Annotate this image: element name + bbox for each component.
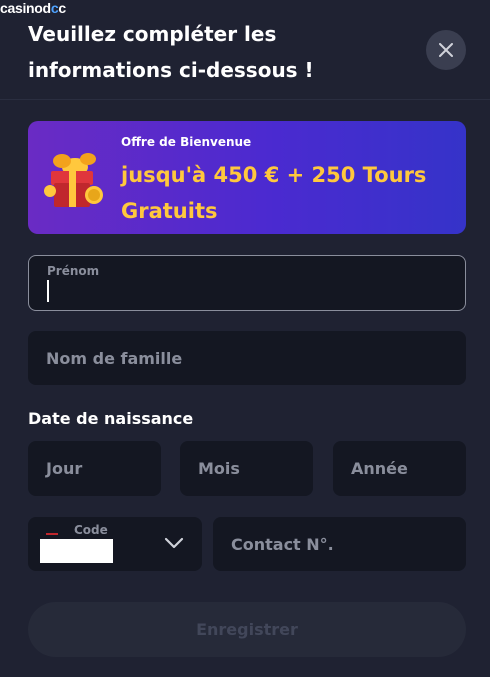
redacted-code-value: [40, 539, 113, 563]
last-name-placeholder: Nom de famille: [46, 348, 183, 368]
text-caret: [47, 280, 49, 302]
country-code-select[interactable]: Code: [28, 517, 202, 571]
welcome-offer-banner: Offre de Bienvenue jusqu'à 450 € + 250 T…: [28, 121, 466, 234]
birth-day-placeholder: Jour: [46, 459, 83, 478]
close-button[interactable]: [426, 30, 466, 70]
birth-month-placeholder: Mois: [198, 459, 240, 478]
first-name-field[interactable]: Prénom: [28, 255, 466, 311]
birth-day-field[interactable]: Jour: [28, 441, 161, 496]
banner-offer-text: jusqu'à 450 € + 250 Tours Gratuits: [121, 163, 427, 223]
last-name-field[interactable]: Nom de famille: [28, 331, 466, 385]
chevron-down-icon: [164, 537, 184, 549]
country-code-label: Code: [74, 523, 108, 537]
birth-date-label: Date de naissance: [28, 409, 194, 428]
banner-kicker: Offre de Bienvenue: [121, 135, 252, 149]
gift-icon: [44, 153, 103, 207]
modal-header: Veuillez compléter les informations ci-d…: [0, 0, 490, 100]
close-icon: [439, 43, 453, 57]
contact-number-placeholder: Contact N°.: [231, 534, 334, 554]
first-name-label: Prénom: [47, 264, 100, 278]
birth-month-field[interactable]: Mois: [180, 441, 313, 496]
flag-icon: [46, 533, 58, 535]
contact-number-field[interactable]: Contact N°.: [213, 517, 466, 571]
modal-title: Veuillez compléter les informations ci-d…: [28, 22, 314, 82]
birth-year-field[interactable]: Année: [333, 441, 466, 496]
birth-year-placeholder: Année: [351, 459, 408, 478]
submit-button[interactable]: Enregistrer: [28, 602, 466, 657]
